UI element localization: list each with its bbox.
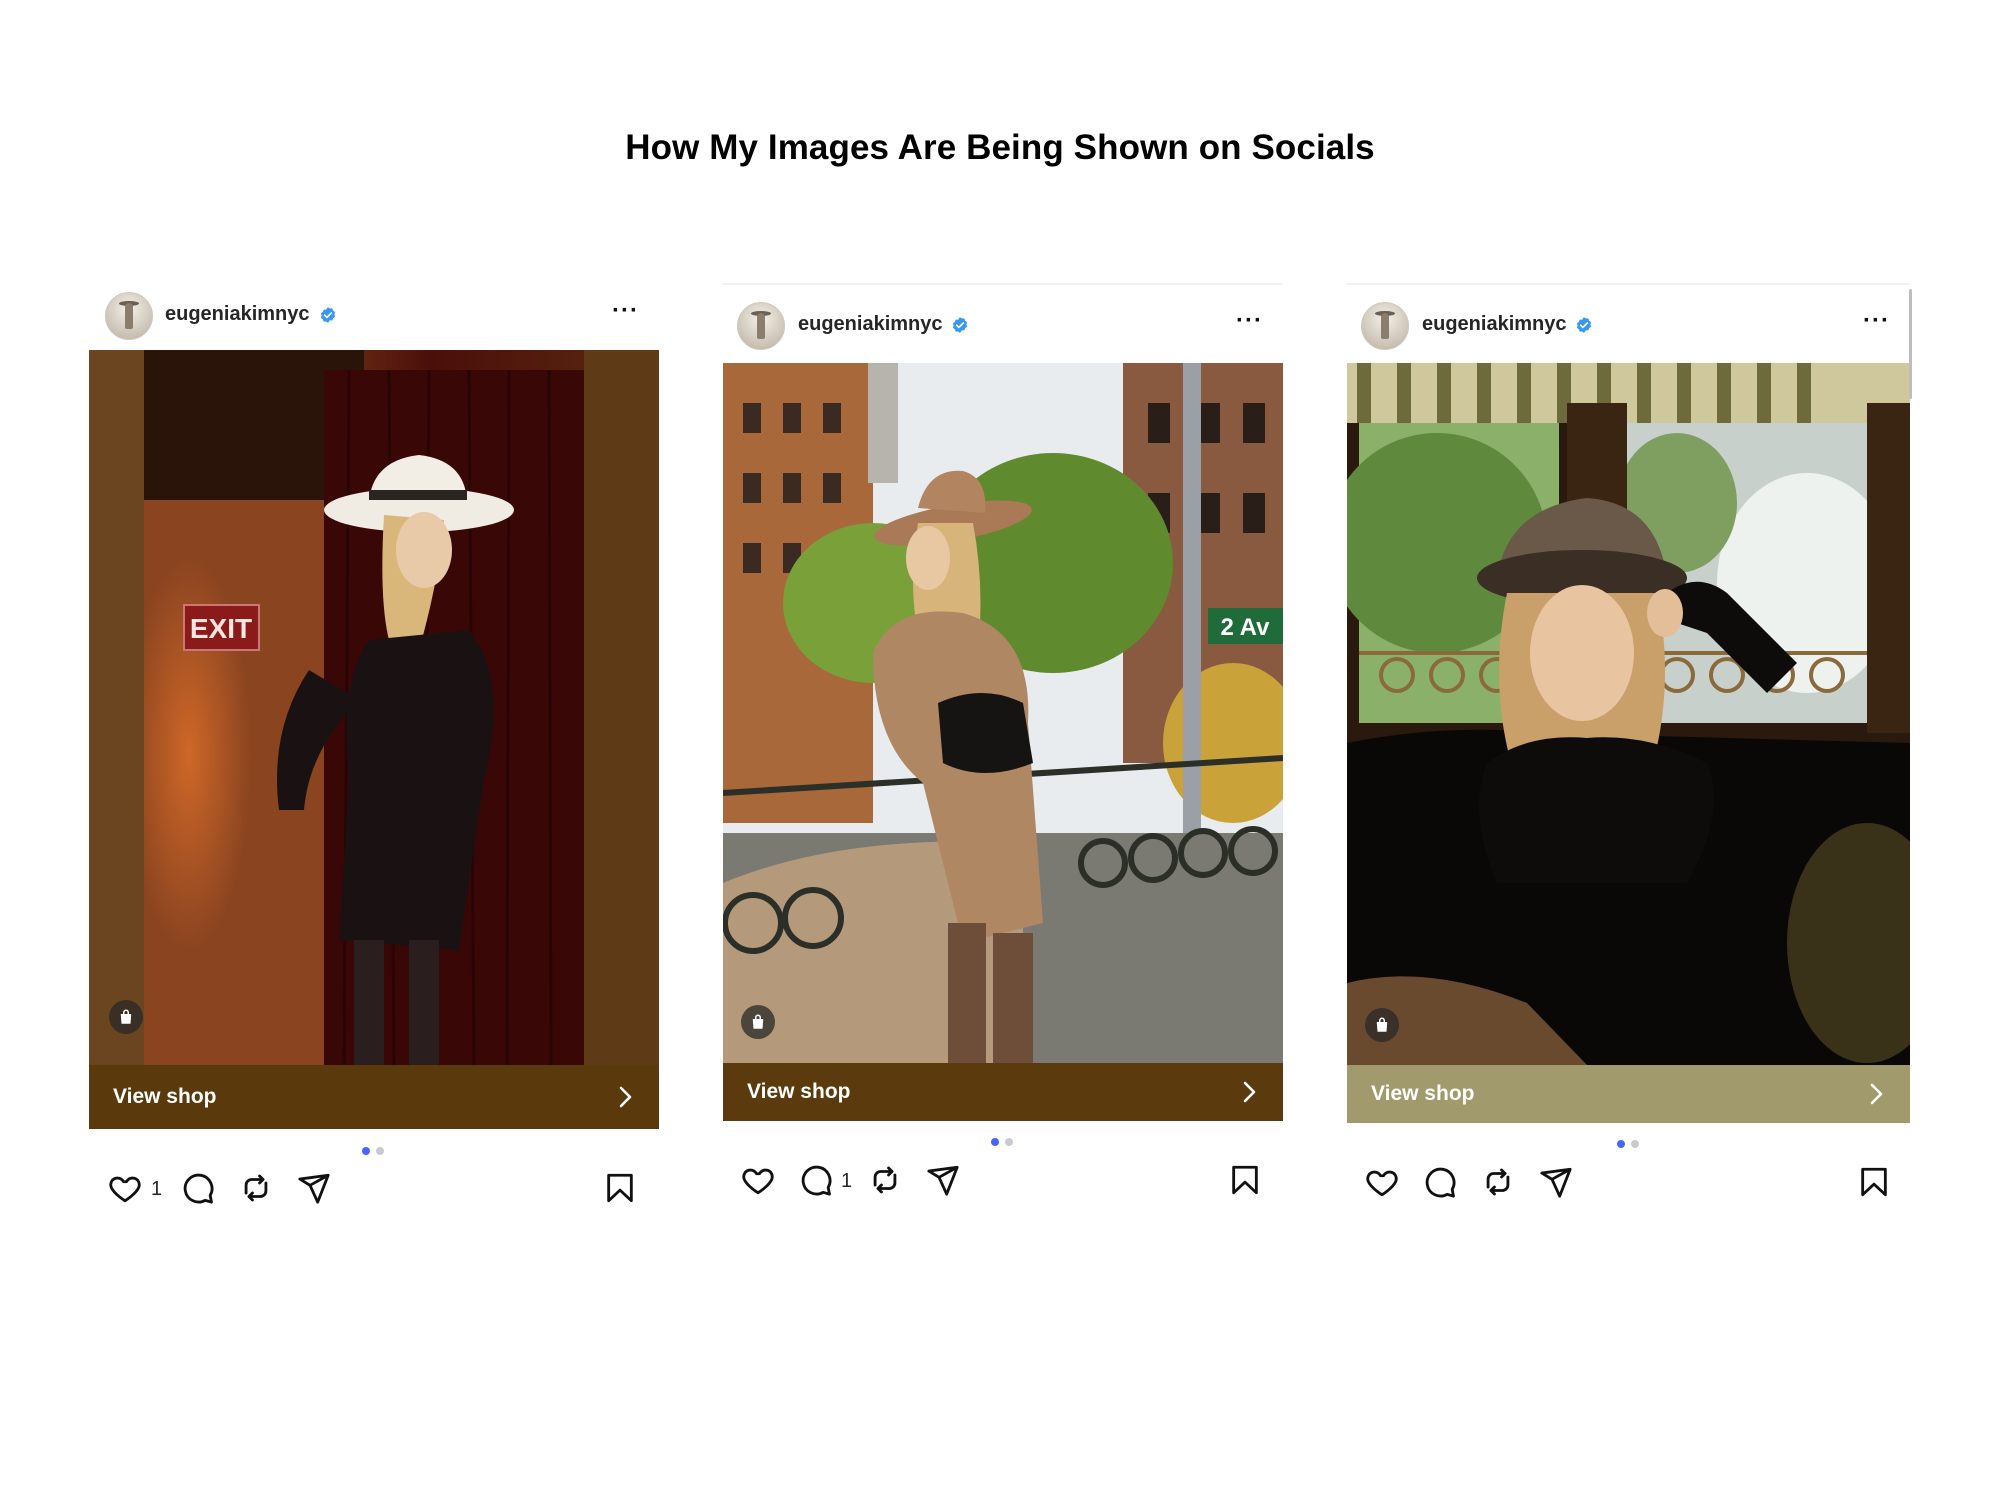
post-image — [1347, 363, 1910, 1065]
carousel-dots — [1616, 1140, 1641, 1148]
post-header: eugeniakimnyc ··· — [1347, 293, 1910, 357]
like-heart-icon[interactable] — [1365, 1165, 1399, 1199]
more-options-icon[interactable]: ··· — [612, 297, 639, 325]
username[interactable]: eugeniakimnyc — [165, 303, 310, 326]
share-send-icon[interactable] — [297, 1171, 331, 1205]
comment-icon[interactable] — [1423, 1165, 1457, 1199]
carousel-dots — [362, 1147, 386, 1155]
avatar[interactable] — [737, 302, 785, 350]
view-shop-label: View shop — [1371, 1082, 1475, 1105]
avatar[interactable] — [1361, 302, 1409, 350]
view-shop-button[interactable]: View shop — [1347, 1065, 1910, 1123]
post-actions: 1 — [89, 1171, 659, 1211]
avatar[interactable] — [105, 292, 153, 340]
view-shop-button[interactable]: View shop — [89, 1065, 659, 1129]
like-count: 1 — [151, 1178, 163, 1200]
comment-icon[interactable] — [181, 1171, 215, 1205]
like-heart-icon[interactable] — [741, 1163, 775, 1197]
shopping-bag-icon[interactable] — [1365, 1008, 1399, 1042]
bookmark-icon[interactable] — [603, 1171, 637, 1205]
post-card: eugeniakimnyc ··· — [1347, 283, 1912, 1218]
bookmark-icon[interactable] — [1857, 1165, 1891, 1199]
svg-text:2 Av: 2 Av — [1221, 614, 1271, 641]
post-actions — [1347, 1165, 1910, 1205]
post-header: eugeniakimnyc ··· — [89, 283, 659, 347]
verified-badge-icon — [951, 316, 969, 334]
bookmark-icon[interactable] — [1228, 1163, 1262, 1197]
repost-icon[interactable] — [1481, 1165, 1515, 1199]
more-options-icon[interactable]: ··· — [1863, 307, 1890, 335]
chevron-right-icon — [1864, 1082, 1888, 1106]
comment-icon[interactable] — [799, 1163, 833, 1197]
more-options-icon[interactable]: ··· — [1236, 307, 1263, 335]
repost-icon[interactable] — [868, 1163, 902, 1197]
chevron-right-icon — [1237, 1080, 1261, 1104]
view-shop-button[interactable]: View shop — [723, 1063, 1283, 1121]
shopping-bag-icon[interactable] — [741, 1005, 775, 1039]
carousel-dots — [991, 1138, 1015, 1146]
page-title: How My Images Are Being Shown on Socials — [625, 128, 1375, 167]
verified-badge-icon — [319, 306, 337, 324]
view-shop-label: View shop — [747, 1080, 851, 1103]
scrollbar[interactable] — [1909, 289, 1912, 399]
post-actions: 1 — [723, 1163, 1283, 1203]
svg-text:EXIT: EXIT — [190, 613, 252, 644]
username[interactable]: eugeniakimnyc — [1422, 313, 1567, 336]
share-send-icon[interactable] — [926, 1163, 960, 1197]
post-card: eugeniakimnyc ··· 2 Av View shop 1 — [723, 283, 1283, 1218]
chevron-right-icon — [613, 1085, 637, 1109]
username[interactable]: eugeniakimnyc — [798, 313, 943, 336]
verified-badge-icon — [1575, 316, 1593, 334]
view-shop-label: View shop — [113, 1085, 217, 1108]
post-image: 2 Av — [723, 363, 1283, 1063]
comment-count: 1 — [841, 1170, 853, 1192]
share-send-icon[interactable] — [1539, 1165, 1573, 1199]
repost-icon[interactable] — [239, 1171, 273, 1205]
post-card: eugeniakimnyc ··· — [89, 278, 659, 1218]
post-header: eugeniakimnyc ··· — [723, 293, 1283, 357]
shopping-bag-icon[interactable] — [109, 1000, 143, 1034]
like-heart-icon[interactable] — [108, 1171, 142, 1205]
post-image: EXIT — [89, 350, 659, 1065]
